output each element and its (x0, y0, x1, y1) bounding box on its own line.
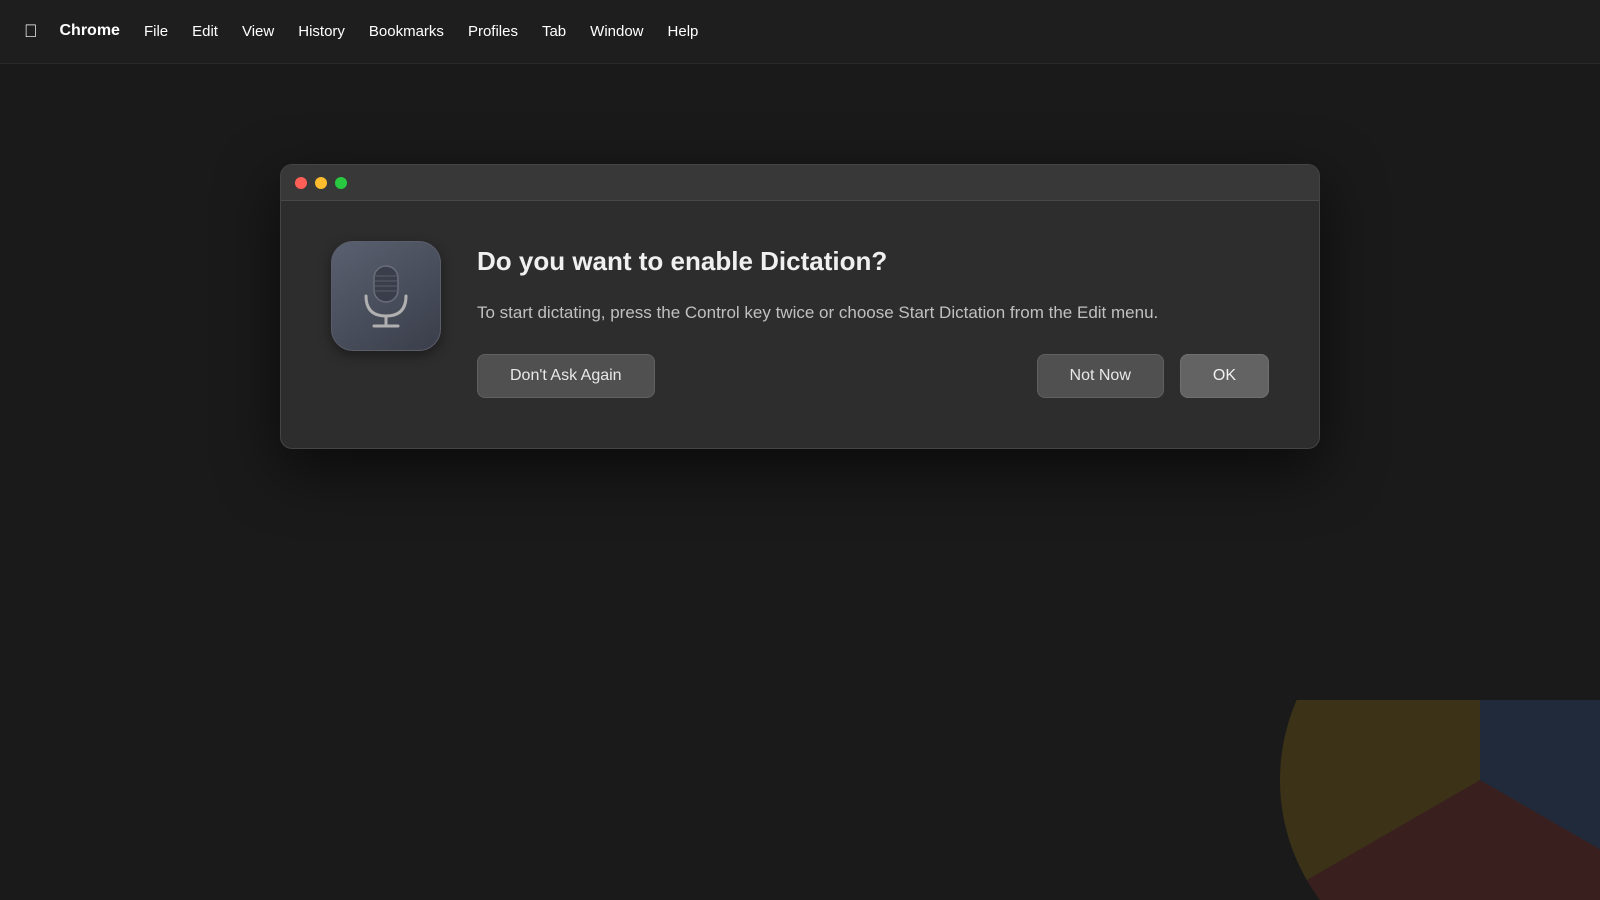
tab-menu-item[interactable]: Tab (532, 17, 576, 46)
dont-ask-again-button[interactable]: Don't Ask Again (477, 354, 655, 398)
not-now-button[interactable]: Not Now (1037, 354, 1164, 398)
dialog-buttons: Don't Ask Again Not Now OK (477, 354, 1269, 398)
dialog-title: Do you want to enable Dictation? (477, 245, 1269, 279)
microphone-icon (356, 261, 416, 331)
microphone-icon-container (331, 241, 441, 351)
dictation-dialog: Do you want to enable Dictation? To star… (280, 164, 1320, 449)
apple-menu-item[interactable]:  (16, 15, 46, 48)
view-menu-item[interactable]: View (232, 17, 284, 46)
traffic-light-minimize[interactable] (315, 177, 327, 189)
traffic-light-maximize[interactable] (335, 177, 347, 189)
file-menu-item[interactable]: File (134, 17, 178, 46)
history-menu-item[interactable]: History (288, 17, 355, 46)
edit-menu-item[interactable]: Edit (182, 17, 228, 46)
dialog-title-bar (281, 165, 1319, 201)
dialog-body: Do you want to enable Dictation? To star… (281, 201, 1319, 448)
window-menu-item[interactable]: Window (580, 17, 653, 46)
menu-bar:  Chrome File Edit View History Bookmark… (0, 0, 1600, 64)
traffic-light-close[interactable] (295, 177, 307, 189)
main-content: Do you want to enable Dictation? To star… (0, 64, 1600, 900)
chrome-menu-item[interactable]: Chrome (50, 16, 130, 46)
dialog-overlay: Do you want to enable Dictation? To star… (0, 64, 1600, 900)
dialog-text-area: Do you want to enable Dictation? To star… (477, 241, 1269, 398)
help-menu-item[interactable]: Help (658, 17, 709, 46)
profiles-menu-item[interactable]: Profiles (458, 17, 528, 46)
dialog-description: To start dictating, press the Control ke… (477, 299, 1269, 326)
ok-button[interactable]: OK (1180, 354, 1269, 398)
bookmarks-menu-item[interactable]: Bookmarks (359, 17, 454, 46)
